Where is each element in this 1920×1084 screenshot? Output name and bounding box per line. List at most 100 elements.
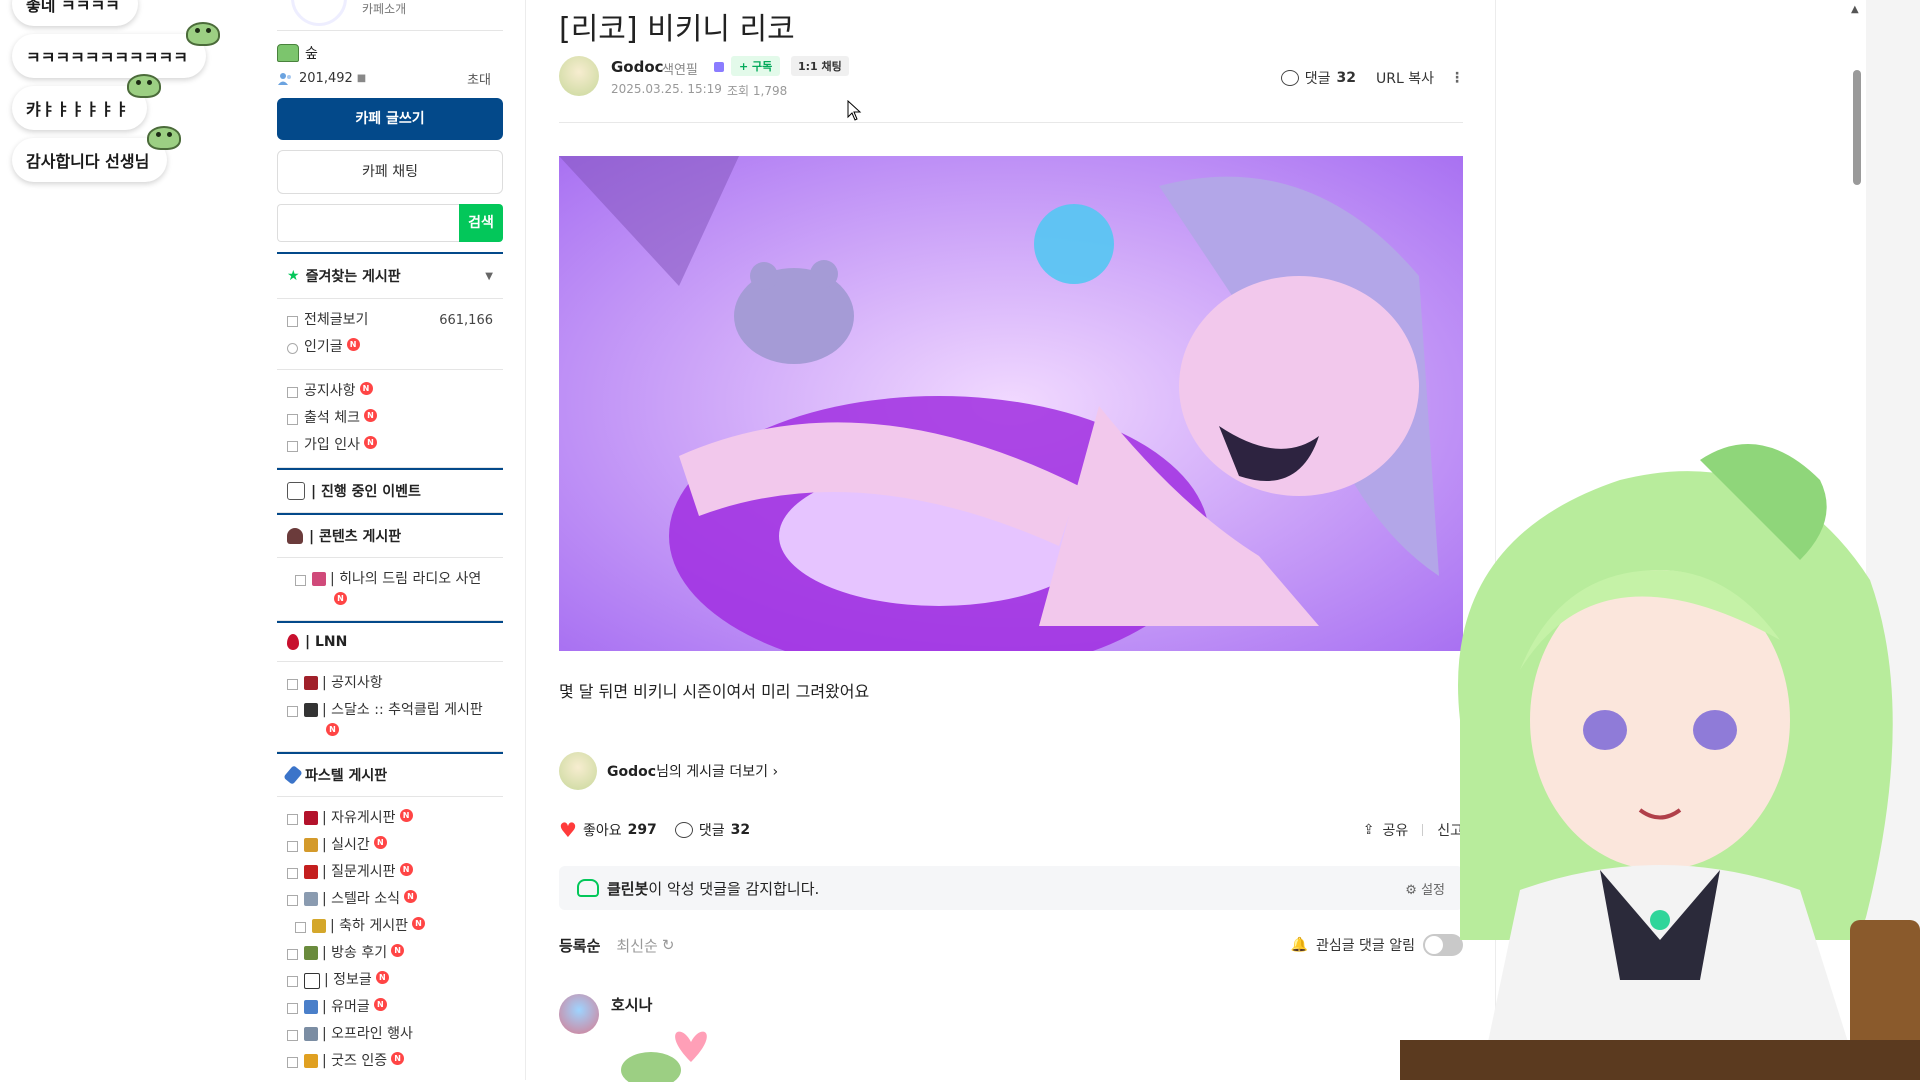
bell-icon: 🔔: [1290, 937, 1308, 953]
joystick-icon: [287, 528, 303, 544]
cafe-profile: 카페소개: [277, 0, 503, 31]
chat-message: 좋네 ㅋㅋㅋㅋ: [12, 0, 138, 26]
cleanbot-name: 클린봇: [607, 879, 649, 898]
chat-1on1-button[interactable]: 1:1 채팅: [791, 56, 849, 76]
more-options-icon[interactable]: ⋮: [1450, 70, 1464, 86]
cleanbot-icon: [577, 879, 599, 897]
subscribe-button[interactable]: + 구독: [731, 56, 781, 76]
menu-item-lnn-notice[interactable]: | 공지사항: [277, 670, 503, 697]
article-title: [리코] 비키니 리코: [559, 12, 795, 47]
brush-icon: [283, 765, 303, 785]
cafe-intro-link[interactable]: 카페소개: [362, 0, 406, 17]
menu-item-stream-review[interactable]: | 방송 후기 N: [277, 940, 503, 967]
menu-item-lnn-clips[interactable]: | 스달소 :: 추억클립 게시판N: [277, 697, 503, 743]
menu-item-question[interactable]: | 질문게시판 N: [277, 859, 503, 886]
new-badge: N: [404, 890, 418, 903]
lock-icon: ■: [356, 73, 367, 84]
cafe-logo[interactable]: [291, 0, 347, 26]
menu-item-notice[interactable]: 공지사항 N: [277, 378, 503, 405]
article-body: 몇 달 뒤면 비키니 시즌이여서 미리 그려왔어요: [559, 682, 870, 701]
menu-item-all-posts[interactable]: 전체글보기 661,166: [277, 307, 503, 334]
author-grade: 색연필: [662, 63, 698, 78]
film-icon: [304, 703, 318, 717]
board-icon: [287, 841, 298, 852]
member-count-row: 201,492 ■ 초대: [277, 69, 503, 88]
new-badge: N: [391, 1052, 405, 1065]
comment-button[interactable]: 댓글: [699, 820, 725, 840]
menu-item-info[interactable]: | 정보글 N: [277, 967, 503, 994]
new-badge: N: [373, 836, 387, 849]
menu-item-popular[interactable]: 인기글 N: [277, 334, 503, 361]
sort-registered-tab[interactable]: 등록순: [559, 935, 600, 956]
new-badge: N: [326, 722, 339, 736]
board-icon: [287, 316, 298, 327]
section-events[interactable]: | 진행 중인 이벤트: [277, 468, 503, 513]
search-button[interactable]: 검색: [459, 204, 503, 242]
menu-item-greeting[interactable]: 가입 인사 N: [277, 432, 503, 459]
party-popper-icon: [312, 919, 326, 933]
section-pastel[interactable]: 파스텔 게시판: [277, 752, 503, 797]
wooden-ledge-decoration: [1400, 1040, 1920, 1080]
board-icon: [287, 679, 298, 690]
cafe-write-button[interactable]: 카페 글쓰기: [277, 98, 503, 140]
menu-item-stella-news[interactable]: | 스텔라 소식 N: [277, 886, 503, 913]
section-lnn[interactable]: | LNN: [277, 621, 503, 662]
search-input[interactable]: [277, 204, 459, 242]
comment-icon: [674, 822, 693, 838]
chat-message: ㅋㅋㅋㅋㅋㅋㅋㅋㅋㅋㅋ: [12, 22, 220, 78]
people-icon: [278, 72, 291, 85]
author-avatar[interactable]: [559, 56, 599, 96]
check-board-icon: [287, 414, 298, 425]
frog-emote-icon: [185, 22, 220, 46]
url-copy-button[interactable]: URL 복사: [1376, 68, 1434, 88]
like-button[interactable]: 좋아요: [583, 820, 622, 840]
comment-count: 32: [730, 822, 751, 838]
author-avatar: [559, 752, 597, 790]
frog-emote-icon: [127, 74, 162, 98]
divider: [559, 122, 1463, 123]
new-badge: N: [363, 436, 377, 449]
menu-item-offline-event[interactable]: | 오프라인 행사: [277, 1021, 503, 1048]
menu-item-dream-radio[interactable]: | 히나의 드림 라디오 사연N: [277, 566, 503, 612]
scrollbar-thumb[interactable]: [1853, 70, 1861, 185]
refresh-icon[interactable]: ↻: [662, 936, 675, 954]
drop-icon: [287, 634, 299, 650]
like-count: 297: [627, 822, 657, 838]
commenter-avatar[interactable]: [559, 994, 599, 1034]
new-badge: N: [399, 809, 413, 822]
favorites-header[interactable]: ★ 즐겨찾는 게시판 ▼: [277, 252, 503, 299]
menu-item-humor[interactable]: | 유머글 N: [277, 994, 503, 1021]
new-badge: N: [334, 591, 347, 605]
author-name[interactable]: Godoc: [611, 58, 664, 76]
member-count: 201,492: [299, 71, 353, 86]
menu-item-goods[interactable]: | 굿즈 인증 N: [277, 1048, 503, 1075]
vtuber-avatar-overlay: [1400, 420, 1920, 1080]
chevron-down-icon[interactable]: ▼: [485, 271, 493, 282]
calendar-icon: [287, 482, 305, 500]
syringe-icon: [304, 1000, 318, 1014]
author-more-posts[interactable]: Godoc님의 게시글 더보기 ›: [559, 752, 778, 790]
comment-link[interactable]: 댓글: [1305, 68, 1331, 88]
menu-item-realtime[interactable]: | 실시간 N: [277, 832, 503, 859]
article-views: 조회 1,798: [727, 84, 788, 98]
commenter-name[interactable]: 호시나: [611, 994, 652, 1015]
cafe-chat-button[interactable]: 카페 채팅: [277, 150, 503, 194]
board-icon: [287, 895, 298, 906]
mouse-cursor-icon: [847, 100, 862, 121]
heart-icon[interactable]: ♥: [559, 818, 577, 842]
menu-item-celebration[interactable]: | 축하 게시판 N: [277, 913, 503, 940]
reaction-bar: ♥ 좋아요 297 댓글 32 ⇪ 공유 신고: [559, 818, 1463, 842]
vtuber-character: [1458, 444, 1893, 1080]
menu-item-attendance[interactable]: 출석 체크 N: [277, 405, 503, 432]
scroll-up-arrow-icon[interactable]: ▲: [1851, 4, 1859, 15]
board-icon: [295, 575, 306, 586]
invite-link[interactable]: 초대: [467, 69, 491, 88]
board-icon: [295, 922, 306, 933]
cafe-sidebar: 카페소개 숲 201,492 ■ 초대 카페 글쓰기 카페 채팅 검색 ★ 즐겨…: [277, 0, 503, 1083]
share-icon: ⇪: [1362, 822, 1375, 838]
section-contents[interactable]: | 콘텐츠 게시판: [277, 513, 503, 558]
chat-message: 캬ㅑㅑㅑㅑㅑㅑ: [12, 74, 162, 130]
menu-item-free-board[interactable]: | 자유게시판 N: [277, 805, 503, 832]
sort-latest-tab[interactable]: 최신순: [616, 935, 657, 956]
barrel-decoration: [1850, 920, 1920, 1040]
